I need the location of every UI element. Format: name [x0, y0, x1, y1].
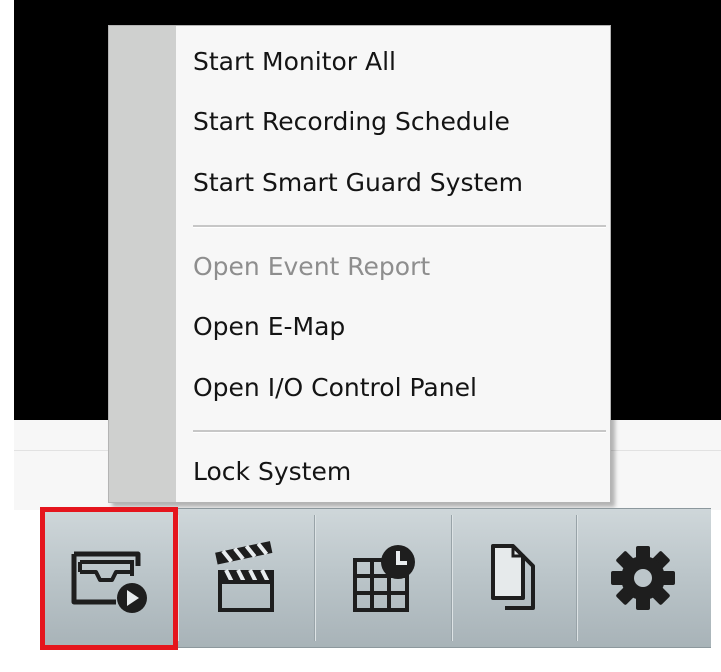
context-menu: Start Monitor All Start Recording Schedu…: [108, 25, 611, 503]
screen: Start Monitor All Start Recording Schedu…: [0, 0, 721, 672]
schedule-button[interactable]: [315, 509, 451, 647]
folder-play-icon: [71, 551, 147, 613]
menu-separator: [193, 430, 606, 433]
menu-item-start-monitor-all[interactable]: Start Monitor All: [193, 42, 396, 82]
main-toolbar: [41, 508, 711, 648]
start-menu-button[interactable]: [41, 509, 177, 647]
menu-item-open-e-map[interactable]: Open E-Map: [193, 307, 345, 347]
menu-separator: [193, 225, 606, 228]
playback-button[interactable]: [178, 509, 314, 647]
menu-item-start-recording-schedule[interactable]: Start Recording Schedule: [193, 102, 510, 142]
menu-item-open-event-report: Open Event Report: [193, 252, 431, 281]
menu-item-open-io-control-panel[interactable]: Open I/O Control Panel: [193, 368, 477, 408]
gear-icon: [611, 546, 675, 610]
settings-button[interactable]: [577, 509, 709, 647]
schedule-grid-clock-icon: [353, 545, 415, 612]
clapperboard-icon: [215, 541, 274, 612]
menu-item-lock-system[interactable]: Lock System: [193, 452, 351, 492]
report-button[interactable]: [452, 509, 576, 647]
menu-item-start-smart-guard-system[interactable]: Start Smart Guard System: [193, 163, 523, 203]
menu-icon-gutter: [109, 26, 176, 502]
documents-icon: [491, 544, 535, 610]
